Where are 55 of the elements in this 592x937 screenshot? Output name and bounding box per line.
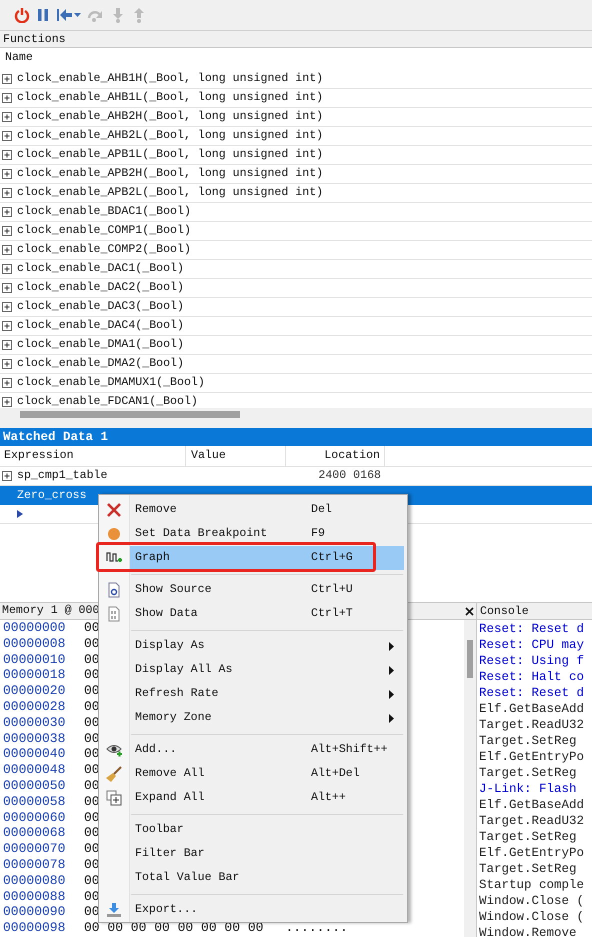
address-cell-text: 00000080 xyxy=(2,872,66,889)
ascii-text: ........ xyxy=(285,920,348,936)
console-line: Target.SetReg xyxy=(479,829,578,845)
console-line: Target.SetReg xyxy=(479,765,578,781)
console-line: Target.ReadU32 xyxy=(479,813,586,829)
address-cell-text: 00000078 xyxy=(2,856,66,873)
address-cell-text: 00000000 xyxy=(2,620,66,636)
expression-cell-text: sp_cmp1_table xyxy=(17,468,108,484)
address-cell-text: 00000018 xyxy=(2,667,66,684)
console-line: Target.SetReg xyxy=(479,733,578,749)
console-line: Target.ReadU32 xyxy=(479,717,586,733)
address-cell-text: 00000070 xyxy=(2,841,66,857)
shortcut-text: Alt+Shift++ xyxy=(311,742,388,758)
address-cell-text: 00000010 xyxy=(2,652,66,668)
address-cell-text: 00000048 xyxy=(2,762,66,778)
console-line: Target.SetReg xyxy=(479,861,578,877)
console-line: Window.Close ( xyxy=(479,893,586,909)
console-line: Window.Remove xyxy=(479,925,578,937)
address-cell-text: 00000088 xyxy=(2,888,66,904)
location-cell-text: 2400 0168 xyxy=(318,468,381,484)
address-cell-text: 00000060 xyxy=(2,810,66,826)
console-line: Reset: Halt co xyxy=(479,669,586,685)
shortcut-text: Alt+Del xyxy=(311,766,360,782)
console-line: Elf.GetBaseAdd xyxy=(479,701,586,717)
console-line: Elf.GetEntryPo xyxy=(479,749,586,765)
panel-title: Watched Data 1 xyxy=(0,428,592,446)
address-cell-text: 00000020 xyxy=(2,683,66,699)
panel-title: Memory 1 @ 000 xyxy=(2,603,100,620)
console-line: Reset: Using f xyxy=(479,653,586,669)
address-cell-text: 00000090 xyxy=(2,904,66,920)
console-line: Startup comple xyxy=(479,877,586,893)
panel-title: Functions xyxy=(0,31,592,48)
console-line: Reset: Reset d xyxy=(479,685,586,701)
console-line: Elf.GetEntryPo xyxy=(479,845,586,861)
shortcut-text: Ctrl+U xyxy=(311,582,353,598)
address-cell-text: 00000008 xyxy=(2,636,66,652)
shortcut-text: Del xyxy=(311,502,332,518)
address-cell-text: 00000030 xyxy=(2,714,66,731)
console-line: Reset: Reset d xyxy=(479,621,586,637)
address-cell-text: 00000028 xyxy=(2,698,66,715)
address-cell-text: 00000058 xyxy=(2,794,66,810)
address-cell-text: 00000038 xyxy=(2,730,66,746)
shortcut-text: Alt++ xyxy=(311,790,346,806)
console-line: Reset: CPU may xyxy=(479,637,586,653)
shortcut-text: Ctrl+T xyxy=(311,606,353,622)
console-line: Elf.GetBaseAdd xyxy=(479,797,586,813)
console-line: J-Link: Flash xyxy=(479,781,578,797)
shortcut-text: Ctrl+G xyxy=(311,550,353,566)
console-line: Window.Close ( xyxy=(479,909,586,925)
address-cell-text: 00000050 xyxy=(2,778,66,794)
expression-cell-text: Zero_cross xyxy=(17,488,87,504)
address-cell-text: 00000040 xyxy=(2,746,66,762)
shortcut-text: F9 xyxy=(311,526,325,542)
address-cell-text: 00000098 xyxy=(2,920,66,936)
address-cell-text: 00000068 xyxy=(2,825,66,842)
